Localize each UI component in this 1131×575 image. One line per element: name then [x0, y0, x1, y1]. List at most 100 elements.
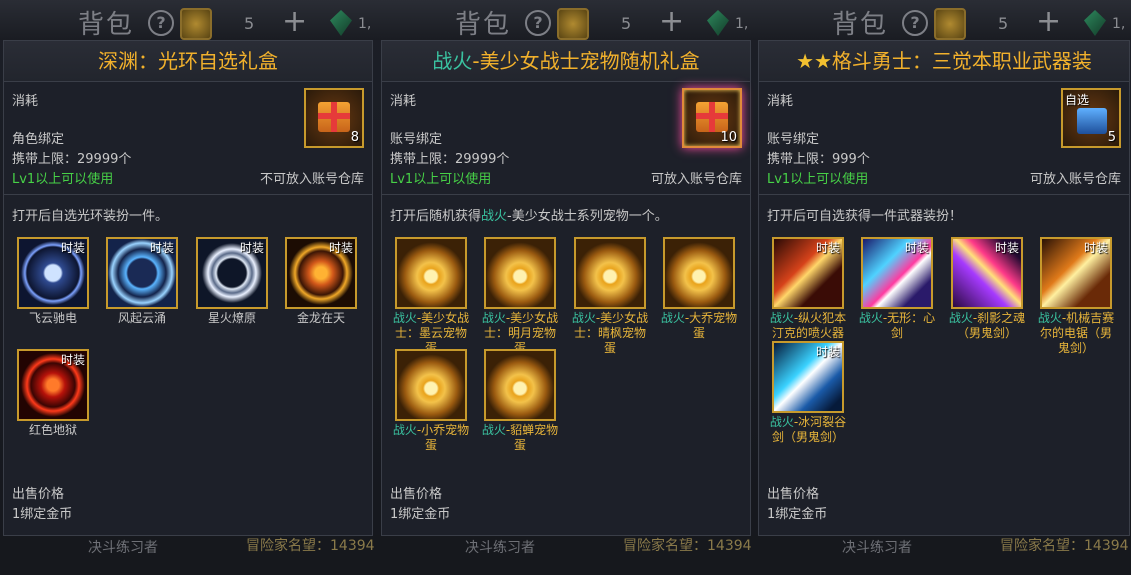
storage-rule: 可放入账号仓库	[1029, 172, 1121, 187]
reward-item[interactable]: 时装 风起云涌	[102, 237, 182, 358]
tooltip-title: ★★格斗勇士：三觉本职业武器装	[759, 41, 1129, 82]
slot-count: 5	[244, 14, 255, 33]
coin-icon[interactable]	[934, 8, 966, 40]
reward-name: 战火-大乔宠物蛋	[660, 311, 738, 340]
inventory-footer: 决斗练习者 冒险家名望：14394	[0, 535, 377, 575]
carry-limit: 携带上限：29999个	[390, 152, 510, 167]
player-name: 决斗练习者	[88, 540, 158, 556]
reward-item[interactable]: 战火-美少女战士：明月宠物蛋	[480, 237, 560, 358]
reputation: 冒险家名望：14394	[1000, 538, 1129, 554]
reward-item[interactable]: 时装 战火-无形：心剑	[857, 237, 937, 358]
pet-egg-icon	[484, 237, 556, 309]
help-icon[interactable]: ?	[902, 10, 928, 36]
aura-icon: 时装	[17, 237, 89, 309]
aura-icon: 时装	[285, 237, 357, 309]
tooltip-title: 深渊：光环自选礼盒	[4, 41, 372, 82]
reward-item[interactable]: 战火-大乔宠物蛋	[659, 237, 739, 358]
title-stars: ★★	[796, 49, 832, 73]
weapon-box-icon[interactable]: 自选 5	[1061, 88, 1121, 148]
inventory-header: 背包 ? 5 + 1,	[377, 0, 754, 40]
title-text: 格斗勇士：三觉本职业武器装	[831, 49, 1092, 73]
aura-icon: 时装	[196, 237, 268, 309]
select-tag: 自选	[1065, 93, 1090, 107]
inventory-footer: 决斗练习者 冒险家名望：14394	[377, 535, 754, 575]
gem-count: 1,	[735, 16, 749, 32]
aura-icon: 时装	[106, 237, 178, 309]
help-icon[interactable]: ?	[525, 10, 551, 36]
inventory-title: 背包	[455, 10, 512, 40]
item-meta: 消耗 账号绑定 携带上限：29999个 Lv1以上可以使用 可放入账号仓库 10	[382, 82, 750, 195]
storage-rule: 可放入账号仓库	[650, 172, 742, 187]
reward-item[interactable]: 战火-小乔宠物蛋	[391, 349, 471, 470]
level-requirement: Lv1以上可以使用	[12, 172, 114, 187]
gift-icon	[318, 102, 350, 132]
sell-label: 出售价格	[767, 487, 820, 502]
reward-item[interactable]: 时装 红色地狱	[13, 349, 93, 470]
reward-name: 风起云涌	[117, 311, 166, 325]
weapon-icon: 时装	[1040, 237, 1112, 309]
reward-name: 战火-小乔宠物蛋	[392, 423, 470, 452]
reward-item[interactable]: 时装 星火燎原	[192, 237, 272, 358]
reward-item[interactable]: 战火-美少女战士：墨云宠物蛋	[391, 237, 471, 358]
reward-item[interactable]: 时装 战火-机械吉赛尔的电锯（男鬼剑）	[1036, 237, 1116, 358]
carry-limit: 携带上限：29999个	[12, 152, 132, 167]
bind-type: 账号绑定	[390, 132, 443, 147]
inventory-footer: 决斗练习者 冒险家名望：14394	[754, 535, 1131, 575]
reward-item[interactable]: 时装 战火-纵火犯本汀克的喷火器（男鬼剑）	[768, 237, 848, 358]
slot-count: 5	[621, 14, 632, 33]
sell-value: 1绑定金币	[767, 507, 828, 522]
reputation: 冒险家名望：14394	[246, 538, 375, 554]
reward-grid: 时装 战火-纵火犯本汀克的喷火器（男鬼剑） 时装 战火-无形：心剑 时装 战火-…	[759, 229, 1129, 494]
coin-icon[interactable]	[180, 8, 212, 40]
reward-item[interactable]: 战火-美少女战士：晴枫宠物蛋	[570, 237, 650, 358]
weapon-icon: 时装	[772, 237, 844, 309]
item-meta: 消耗 角色绑定 携带上限：29999个 Lv1以上可以使用 不可放入账号仓库 8	[4, 82, 372, 195]
inventory-header: 背包 ? 5 + 1,	[0, 0, 377, 40]
pet-egg-icon	[395, 237, 467, 309]
carry-limit: 携带上限：999个	[767, 152, 870, 167]
reward-name: 红色地狱	[28, 423, 77, 437]
level-requirement: Lv1以上可以使用	[767, 172, 869, 187]
reward-name: 战火-冰河裂谷剑（男鬼剑）	[769, 415, 847, 444]
inventory-title: 背包	[78, 10, 135, 40]
sell-label: 出售价格	[12, 487, 65, 502]
gem-icon	[1084, 10, 1106, 36]
add-button[interactable]: +	[282, 4, 307, 39]
reward-item[interactable]: 时装 战火-刹影之魂（男鬼剑）	[947, 237, 1027, 358]
gem-icon	[707, 10, 729, 36]
pet-egg-icon	[395, 349, 467, 421]
sell-price: 出售价格 1绑定金币	[767, 485, 827, 525]
reward-item[interactable]: 时装 金龙在天	[281, 237, 361, 358]
reward-item[interactable]: 战火-貂蝉宠物蛋	[480, 349, 560, 470]
item-tooltip-1: 深渊：光环自选礼盒 消耗 角色绑定 携带上限：29999个 Lv1以上可以使用 …	[3, 40, 373, 536]
gift-box-icon[interactable]: 10	[682, 88, 742, 148]
weapon-icon: 时装	[772, 341, 844, 413]
item-meta: 消耗 账号绑定 携带上限：999个 Lv1以上可以使用 可放入账号仓库 自选 5	[759, 82, 1129, 195]
coin-icon[interactable]	[557, 8, 589, 40]
pet-egg-icon	[574, 237, 646, 309]
level-requirement: Lv1以上可以使用	[390, 172, 492, 187]
add-button[interactable]: +	[659, 4, 684, 39]
item-description: 打开后自选光环装扮一件。	[12, 209, 169, 224]
gem-icon	[330, 10, 352, 36]
add-button[interactable]: +	[1036, 4, 1061, 39]
reward-name: 战火-刹影之魂（男鬼剑）	[948, 311, 1026, 340]
weapon-icon: 时装	[861, 237, 933, 309]
reward-item[interactable]: 时装 飞云驰电	[13, 237, 93, 358]
sell-label: 出售价格	[390, 487, 443, 502]
sell-price: 出售价格 1绑定金币	[12, 485, 72, 525]
reward-name: 星火燎原	[207, 311, 256, 325]
tooltip-title: 战火-美少女战士宠物随机礼盒	[382, 41, 750, 82]
player-name: 决斗练习者	[842, 540, 912, 556]
reward-item[interactable]: 时装 战火-冰河裂谷剑（男鬼剑）	[768, 341, 848, 462]
stack-count: 10	[720, 130, 737, 145]
reward-grid: 战火-美少女战士：墨云宠物蛋 战火-美少女战士：明月宠物蛋 战火-美少女战士：晴…	[382, 229, 750, 494]
reward-name: 战火-无形：心剑	[858, 311, 936, 340]
help-icon[interactable]: ?	[148, 10, 174, 36]
pet-egg-icon	[484, 349, 556, 421]
title-prefix: 战火	[432, 49, 473, 73]
gift-box-icon[interactable]: 8	[304, 88, 364, 148]
aura-icon: 时装	[17, 349, 89, 421]
gift-icon	[696, 102, 728, 132]
pet-egg-icon	[663, 237, 735, 309]
